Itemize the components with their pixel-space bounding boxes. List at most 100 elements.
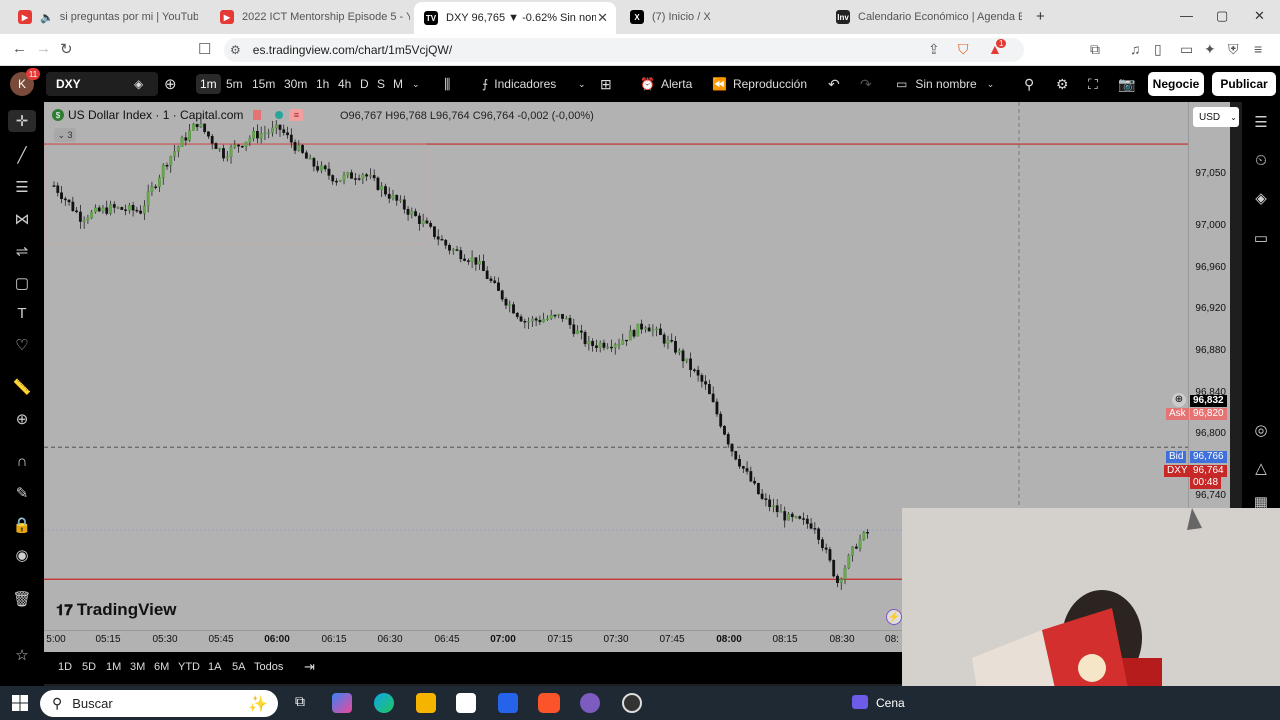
chart-type-icon[interactable]: ⫼ xyxy=(444,74,450,94)
muted-speaker-icon[interactable]: 🔈 xyxy=(40,11,54,24)
lock-icon[interactable]: 🔒 xyxy=(10,514,34,536)
range-1m[interactable]: 1M xyxy=(106,661,121,673)
taskbar-search[interactable]: ⚲ Buscar ✨ xyxy=(40,690,278,717)
compare-symbol-icon[interactable]: ◈ xyxy=(134,74,143,94)
watchlist-icon[interactable]: ☰ xyxy=(1251,112,1271,132)
range-3m[interactable]: 3M xyxy=(130,661,145,673)
back-icon[interactable]: ← xyxy=(12,40,27,57)
price-scale[interactable]: USD ⌄ 97,050 97,000 96,960 96,920 96,880… xyxy=(1188,102,1239,508)
draw-mode-icon[interactable]: ✎ xyxy=(10,482,34,504)
lightning-icon[interactable]: ⚡ xyxy=(886,609,902,625)
currency-select[interactable]: USD ⌄ xyxy=(1193,107,1239,127)
trash-icon[interactable]: 🗑 xyxy=(10,588,34,610)
range-5a[interactable]: 5A xyxy=(232,661,245,673)
trade-button[interactable]: Negocie xyxy=(1148,72,1204,96)
interval-m[interactable]: M xyxy=(393,74,403,94)
maximize-icon[interactable]: ▢ xyxy=(1216,8,1228,24)
range-1a[interactable]: 1A xyxy=(208,661,221,673)
redo-icon[interactable]: ↷ xyxy=(860,74,872,94)
interval-d[interactable]: D xyxy=(360,74,369,94)
instrument-name[interactable]: US Dollar Index · 1 · Capital.com xyxy=(68,108,243,122)
indicators-button[interactable]: ⨍ Indicadores xyxy=(482,74,556,94)
undo-icon[interactable]: ↶ xyxy=(828,74,840,94)
reload-icon[interactable]: ↻ xyxy=(60,40,73,58)
publish-button[interactable]: Publicar xyxy=(1212,72,1276,96)
tab-youtube-2[interactable]: ▶ 2022 ICT Mentorship Episode 5 - You xyxy=(210,4,410,30)
tab-x[interactable]: X (7) Inicio / X xyxy=(620,4,820,30)
range-1d[interactable]: 1D xyxy=(58,661,72,673)
add-symbol-icon[interactable]: ⊕ xyxy=(164,74,177,94)
range-6m[interactable]: 6M xyxy=(154,661,169,673)
url-field[interactable]: ⚙ es.tradingview.com/chart/1m5VcjQW/ xyxy=(224,38,1024,62)
windows-start-icon[interactable] xyxy=(12,695,28,711)
file-explorer-icon[interactable] xyxy=(416,693,436,713)
visibility-eye-icon[interactable]: ◉ xyxy=(10,544,34,566)
settings-gear-icon[interactable]: ⚙ xyxy=(1056,74,1069,94)
layout-name-button[interactable]: ▭ Sin nombre ⌄ xyxy=(896,74,994,94)
close-tab-icon[interactable]: ✕ xyxy=(597,10,608,26)
copilot-icon[interactable] xyxy=(332,693,352,713)
replay-button[interactable]: ⏪ Reproducción xyxy=(712,74,807,94)
interval-1h[interactable]: 1h xyxy=(316,74,329,94)
close-window-icon[interactable]: ✕ xyxy=(1254,8,1265,24)
share-icon[interactable]: ⇪ xyxy=(928,41,940,58)
brave-shield-icon[interactable]: ⛉ xyxy=(958,41,969,58)
indicators-collapse[interactable]: ⌄ 3 xyxy=(54,128,76,142)
edge-icon[interactable] xyxy=(374,693,394,713)
interval-4h[interactable]: 4h xyxy=(338,74,351,94)
tab-investing[interactable]: Inv Calendario Económico | Agenda Eco xyxy=(826,4,1022,30)
text-tool-icon[interactable]: T xyxy=(10,302,34,324)
task-view-icon[interactable]: ⧉ xyxy=(290,693,310,713)
magnet-icon[interactable]: ∩ xyxy=(10,450,34,472)
interval-30m[interactable]: 30m xyxy=(284,74,307,94)
pattern-icon[interactable]: ⋈ xyxy=(10,208,34,230)
weather-widget-icon[interactable] xyxy=(852,695,868,709)
alerts-clock-icon[interactable]: ⏲ xyxy=(1251,150,1271,170)
brave-browser-icon[interactable] xyxy=(538,693,560,713)
range-todos[interactable]: Todos xyxy=(254,661,283,673)
interval-5m[interactable]: 5m xyxy=(226,74,243,94)
date-range-icon[interactable]: ⇥ xyxy=(304,659,315,675)
media-icon[interactable]: ♫ xyxy=(1130,41,1141,57)
interval-s[interactable]: S xyxy=(377,74,385,94)
mail-icon[interactable] xyxy=(498,693,518,713)
interval-dropdown-icon[interactable]: ⌄ xyxy=(412,74,420,94)
ruler-icon[interactable]: 📏 xyxy=(10,376,34,398)
indicators-dropdown-icon[interactable]: ⌄ xyxy=(578,74,586,94)
wallet-icon[interactable]: ▭ xyxy=(1180,41,1193,58)
screenshot-icon[interactable]: ⧉ xyxy=(1090,41,1100,58)
forecast-icon[interactable]: ⇌ xyxy=(10,240,34,262)
site-info-icon[interactable]: ⚙ xyxy=(230,43,241,57)
sidebar-icon[interactable]: ▯ xyxy=(1154,41,1162,58)
ideas-icon[interactable]: △ xyxy=(1251,458,1271,478)
forward-icon[interactable]: → xyxy=(36,40,51,57)
bookmark-icon[interactable]: ☐ xyxy=(198,40,211,58)
quick-search-icon[interactable]: ⚲ xyxy=(1024,74,1034,94)
alert-button[interactable]: ⏰ Alerta xyxy=(640,74,692,94)
fib-icon[interactable]: ☰ xyxy=(10,176,34,198)
chrome-profile-icon[interactable] xyxy=(580,693,600,713)
new-tab-button[interactable]: + xyxy=(1036,8,1045,25)
camera-icon[interactable]: 📷 xyxy=(1118,74,1135,94)
favorites-heart-icon[interactable]: ♡ xyxy=(10,334,34,356)
interval-1m[interactable]: 1m xyxy=(196,74,221,94)
interval-15m[interactable]: 15m xyxy=(252,74,275,94)
range-ytd[interactable]: YTD xyxy=(178,661,200,673)
crosshair-add-icon[interactable]: ⊕ xyxy=(1172,393,1186,407)
tab-tradingview[interactable]: TV DXY 96,765 ▼ -0.62% Sin nomb ✕ xyxy=(414,2,616,34)
leo-icon[interactable]: ✦ xyxy=(1204,41,1216,58)
flag-icon[interactable]: ≡ xyxy=(289,109,304,121)
range-5d[interactable]: 5D xyxy=(82,661,96,673)
vpn-icon[interactable]: ⛨ xyxy=(1228,41,1239,58)
tab-youtube-1[interactable]: ▶ 🔈 si preguntas por mi | YouTube M xyxy=(8,4,198,30)
target-icon[interactable]: ◎ xyxy=(1251,420,1271,440)
star-icon[interactable]: ☆ xyxy=(10,644,34,666)
shapes-icon[interactable]: ▢ xyxy=(10,272,34,294)
fullscreen-icon[interactable]: ⛶ xyxy=(1088,74,1098,94)
time-axis[interactable]: 5:00 05:15 05:30 05:45 06:00 06:15 06:30… xyxy=(44,630,902,650)
layouts-icon[interactable]: ⊞ xyxy=(600,74,612,94)
zoom-in-icon[interactable]: ⊕ xyxy=(10,408,34,430)
trendline-icon[interactable]: ╱ xyxy=(10,144,34,166)
minimize-icon[interactable]: — xyxy=(1180,8,1193,23)
chat-icon[interactable]: ▭ xyxy=(1251,228,1271,248)
